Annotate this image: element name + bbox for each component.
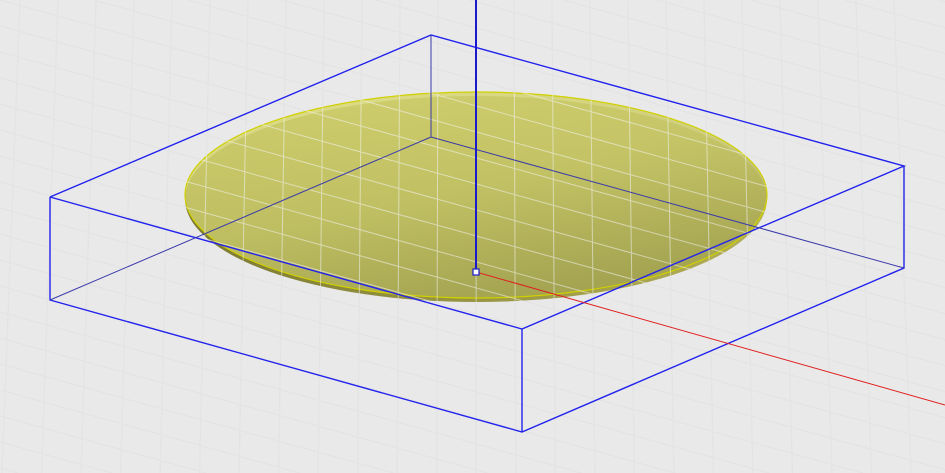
- grid-line-diagonal: [0, 363, 394, 473]
- grid-line-vertical: [436, 0, 439, 473]
- grid-line-diagonal: [0, 311, 582, 473]
- grid-line-diagonal: [0, 389, 300, 473]
- grid-line-vertical: [120, 0, 135, 473]
- scene: [0, 0, 945, 473]
- grid-line-vertical: [80, 0, 97, 473]
- grid-line-diagonal: [0, 337, 488, 473]
- grid-line-diagonal: [750, 0, 945, 55]
- grid-line-diagonal: [563, 0, 945, 107]
- origin-handle[interactable]: [472, 268, 480, 276]
- grid-line-diagonal: [0, 415, 206, 473]
- grid-line-vertical: [893, 0, 912, 473]
- grid-line-vertical: [855, 0, 872, 473]
- grid-line-diagonal: [656, 0, 945, 81]
- 3d-viewport[interactable]: [0, 0, 945, 473]
- grid-line-diagonal: [938, 0, 945, 3]
- grid-line-vertical: [1, 0, 21, 473]
- grid-line-diagonal: [0, 441, 113, 473]
- grid-line-diagonal: [0, 467, 19, 473]
